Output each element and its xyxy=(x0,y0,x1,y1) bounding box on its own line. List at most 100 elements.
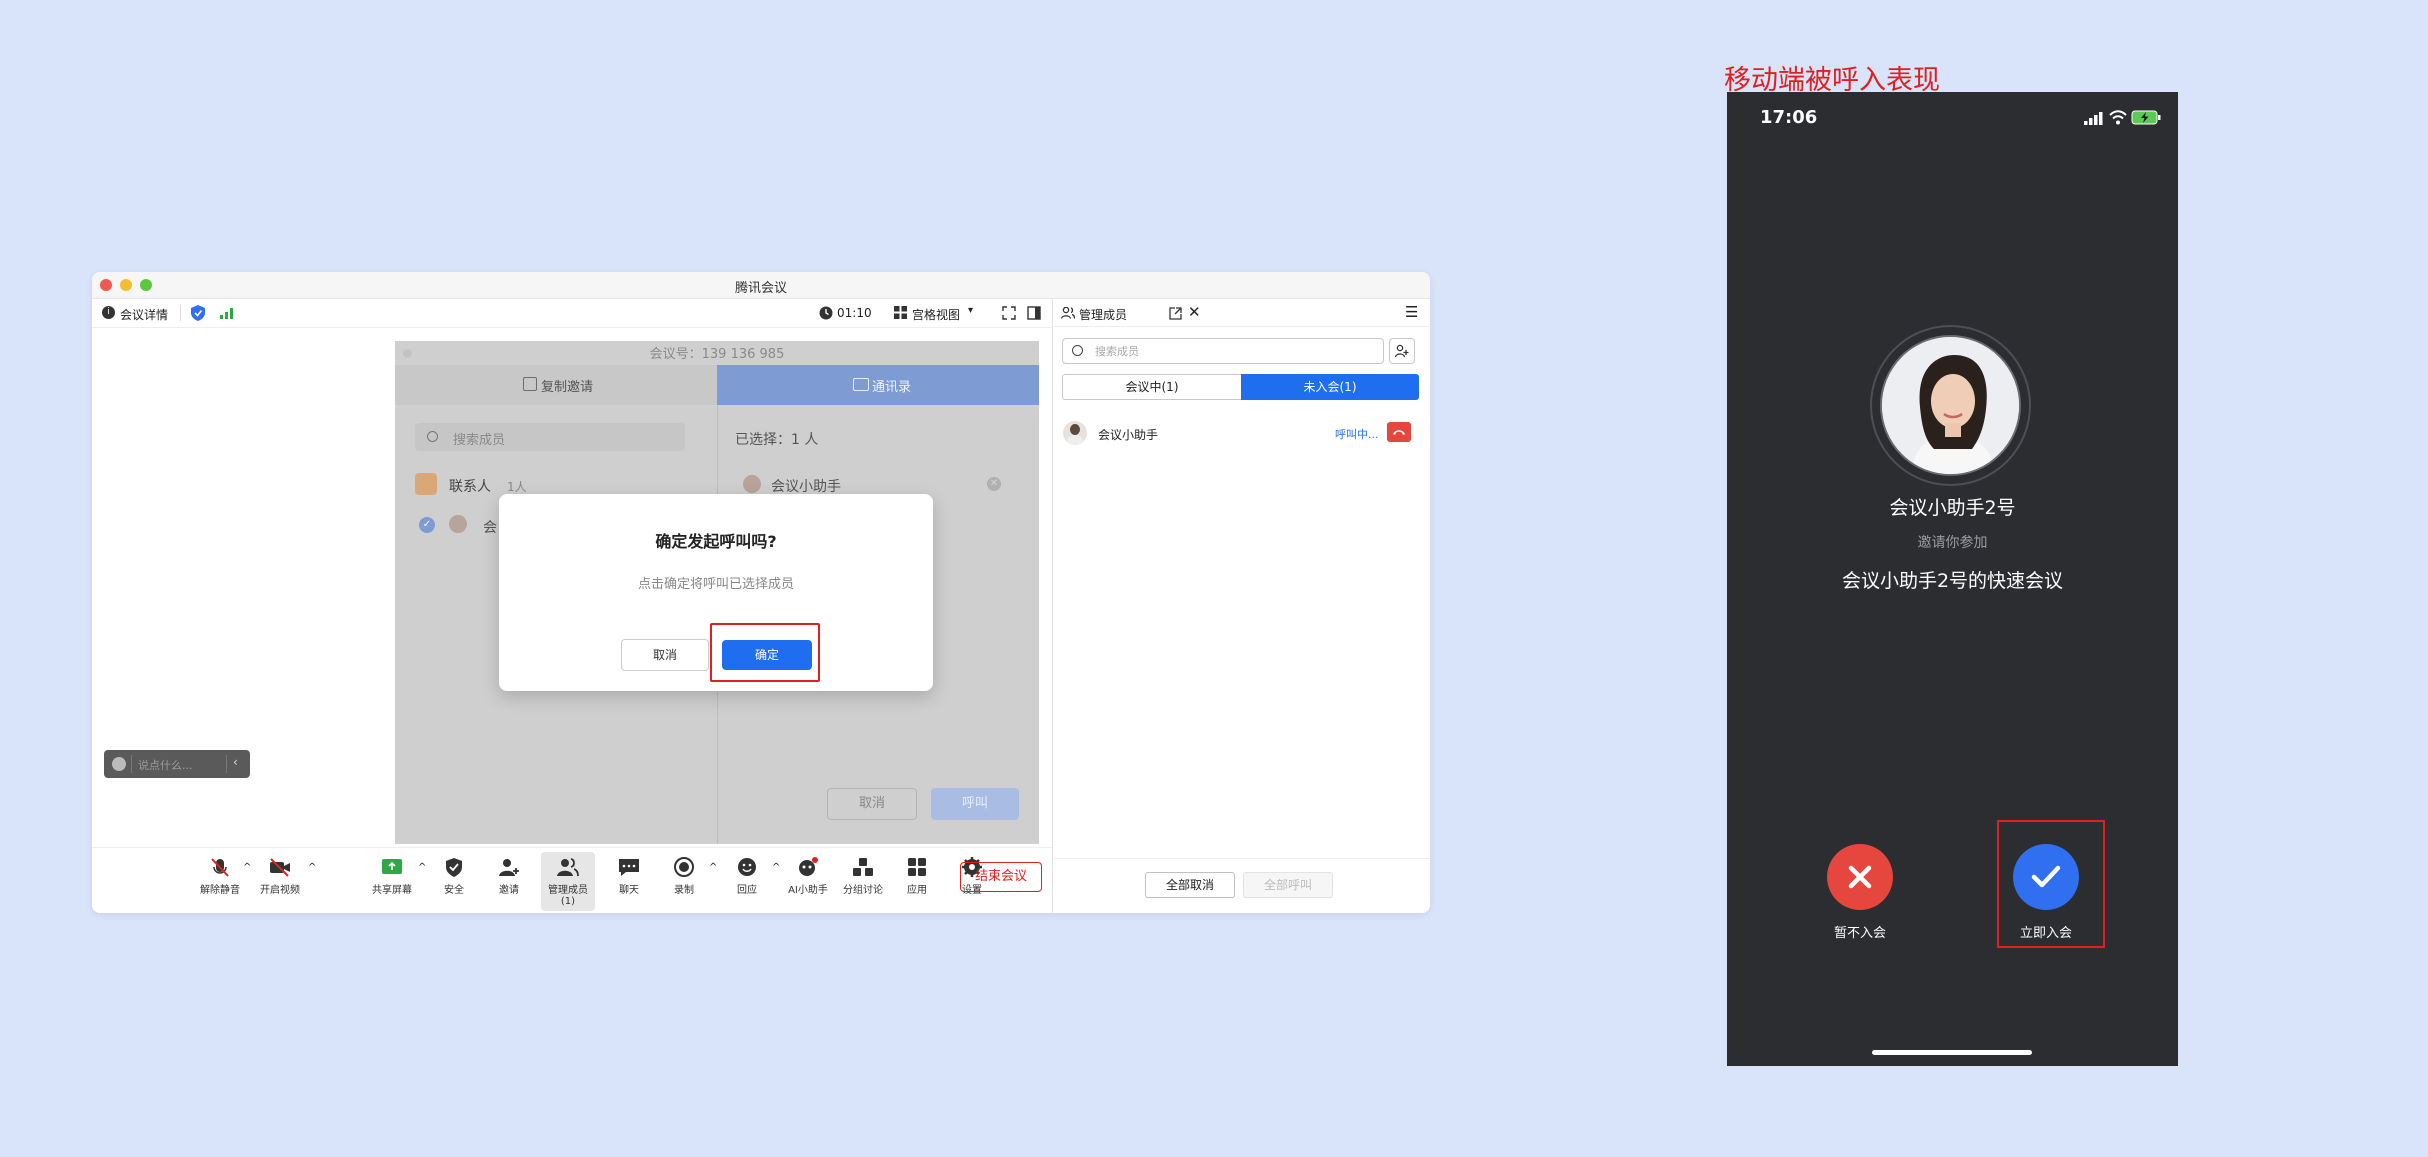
invite-text: 邀请你参加 xyxy=(1917,535,1988,551)
member-search-placeholder: 搜索成员 xyxy=(1095,345,1139,358)
toolbar-invite-button[interactable]: 邀请 xyxy=(482,856,536,896)
info-icon: i xyxy=(102,306,115,319)
accept-highlight-box xyxy=(1997,820,2105,948)
clock-icon xyxy=(819,306,833,320)
end-meeting-button[interactable]: 结束会议 xyxy=(960,862,1042,892)
dialog-close-dot[interactable] xyxy=(403,349,412,358)
chevron-up-icon[interactable]: ^ xyxy=(308,862,316,873)
toolbar-share-screen-button[interactable]: 共享屏幕 xyxy=(365,856,419,896)
chevron-up-icon[interactable]: ^ xyxy=(418,862,426,873)
tab-contacts[interactable]: 通讯录 xyxy=(717,365,1039,405)
wifi-icon xyxy=(2109,110,2127,125)
chevron-up-icon[interactable]: ^ xyxy=(709,862,717,873)
meeting-info-bar: i 会议详情 01:10 宫格视图 ▾ xyxy=(92,299,1052,328)
cellular-signal-icon xyxy=(2084,112,2103,125)
meeting-timer: 01:10 xyxy=(837,306,872,320)
chat-icon xyxy=(619,859,639,876)
toolbar-mic-muted-button[interactable]: 解除静音 xyxy=(193,856,247,896)
chat-input-bar[interactable]: 说点什么... ‹ xyxy=(104,750,250,778)
contacts-card-icon xyxy=(853,378,869,391)
home-indicator[interactable] xyxy=(1872,1050,2032,1055)
grid-view-icon xyxy=(894,306,907,319)
breakout-icon xyxy=(853,858,873,876)
menu-icon[interactable]: ☰ xyxy=(1405,303,1418,321)
chevron-down-icon[interactable]: ▾ xyxy=(968,305,973,316)
emoji-icon xyxy=(738,858,756,876)
members-panel-title: 管理成员 xyxy=(1079,308,1128,322)
chevron-up-icon[interactable]: ^ xyxy=(243,862,251,873)
member-avatar xyxy=(1063,421,1087,445)
toolbar-record-button[interactable]: 录制 xyxy=(657,856,711,896)
tab-not-joined[interactable]: 未入会(1) xyxy=(1241,374,1419,400)
camera-off-icon xyxy=(270,858,290,877)
toolbar-apps-button[interactable]: 应用 xyxy=(890,856,944,896)
toolbar-label: 开启视频 xyxy=(260,885,300,896)
hang-up-button[interactable] xyxy=(1387,422,1411,442)
toolbar-members-button[interactable]: 管理成员(1) xyxy=(541,852,595,911)
selected-member-avatar xyxy=(743,475,761,493)
selected-member-name: 会议小助手 xyxy=(771,479,841,495)
sidebar-toggle-icon[interactable] xyxy=(1027,306,1041,320)
emoji-icon[interactable] xyxy=(112,757,126,771)
invite-call-button[interactable]: 呼叫 xyxy=(931,788,1019,820)
meeting-name: 会议小助手2号的快速会议 xyxy=(1841,570,2064,592)
members-panel: 管理成员 ✕ ☰ 搜索成员 会议中(1) 未入会(1) 会议小助手 呼叫中...… xyxy=(1052,299,1430,913)
chat-placeholder[interactable]: 说点什么... xyxy=(138,757,193,773)
toolbar-label: 解除静音 xyxy=(200,885,240,896)
toolbar-emoji-button[interactable]: 回应 xyxy=(720,856,774,896)
checked-icon[interactable]: ✓ xyxy=(419,517,435,533)
copy-icon xyxy=(523,377,537,391)
invite-cancel-button[interactable]: 取消 xyxy=(827,788,917,820)
confirm-call-modal: 确定发起呼叫吗? 点击确定将呼叫已选择成员 取消 确定 xyxy=(499,494,933,691)
collapse-chat-icon[interactable]: ‹ xyxy=(233,755,238,769)
toolbar-label: 回应 xyxy=(737,885,757,896)
signal-icon[interactable] xyxy=(220,307,234,319)
decline-x-icon xyxy=(1848,865,1872,889)
member-search-input[interactable]: 搜索成员 xyxy=(1062,338,1384,364)
hang-up-icon xyxy=(1393,430,1405,435)
modal-cancel-button[interactable]: 取消 xyxy=(621,639,709,671)
call-all-button[interactable]: 全部呼叫 xyxy=(1243,872,1333,898)
add-member-button[interactable] xyxy=(1389,338,1415,364)
invite-icon xyxy=(499,859,519,876)
toolbar-breakout-button[interactable]: 分组讨论 xyxy=(836,856,890,896)
member-avatar xyxy=(449,515,467,533)
meeting-info-button[interactable]: 会议详情 xyxy=(120,306,168,323)
toolbar-shield-button[interactable]: 安全 xyxy=(427,856,481,896)
cancel-all-button[interactable]: 全部取消 xyxy=(1145,872,1235,898)
toolbar-label: AI小助手 xyxy=(788,885,828,896)
toolbar-chat-button[interactable]: 聊天 xyxy=(602,856,656,896)
view-mode-button[interactable]: 宫格视图 xyxy=(912,306,960,323)
title-bar: 腾讯会议 xyxy=(92,272,1430,299)
close-icon[interactable]: ✕ xyxy=(1188,303,1201,321)
toolbar-label: 分组讨论 xyxy=(843,885,883,896)
toolbar-label: 聊天 xyxy=(619,885,639,896)
toolbar-camera-off-button[interactable]: 开启视频 xyxy=(253,856,307,896)
chevron-up-icon[interactable]: ^ xyxy=(772,862,780,873)
decline-button[interactable] xyxy=(1827,844,1893,910)
contacts-count: 1人 xyxy=(507,480,527,494)
calling-status: 呼叫中... xyxy=(1335,428,1379,441)
share-screen-icon xyxy=(382,859,402,874)
remove-member-icon[interactable]: ✕ xyxy=(987,477,1001,491)
member-name: 会 xyxy=(483,520,497,536)
fullscreen-icon[interactable] xyxy=(1002,306,1016,320)
pop-out-icon[interactable] xyxy=(1169,307,1182,320)
tab-in-meeting[interactable]: 会议中(1) xyxy=(1062,374,1241,400)
toolbar-label: 管理成员(1) xyxy=(548,885,588,907)
modal-title: 确定发起呼叫吗? xyxy=(655,532,777,551)
selected-count: 已选择：1 人 xyxy=(735,432,819,448)
mic-muted-icon xyxy=(211,858,229,877)
record-icon xyxy=(674,857,694,877)
security-shield-icon[interactable] xyxy=(191,305,205,321)
toolbar-ai-assistant-button[interactable]: AI小助手 xyxy=(781,856,835,896)
search-icon xyxy=(427,431,438,442)
tab-copy-invite[interactable]: 复制邀请 xyxy=(395,365,717,405)
search-icon xyxy=(1072,345,1083,356)
contacts-label[interactable]: 联系人 xyxy=(449,476,491,496)
search-input[interactable]: 搜索成员 xyxy=(415,423,685,451)
toolbar-label: 应用 xyxy=(907,885,927,896)
modal-message: 点击确定将呼叫已选择成员 xyxy=(637,577,794,592)
contacts-tab-label: 通讯录 xyxy=(872,380,912,395)
meeting-id: 会议号：139 136 985 xyxy=(649,347,785,362)
